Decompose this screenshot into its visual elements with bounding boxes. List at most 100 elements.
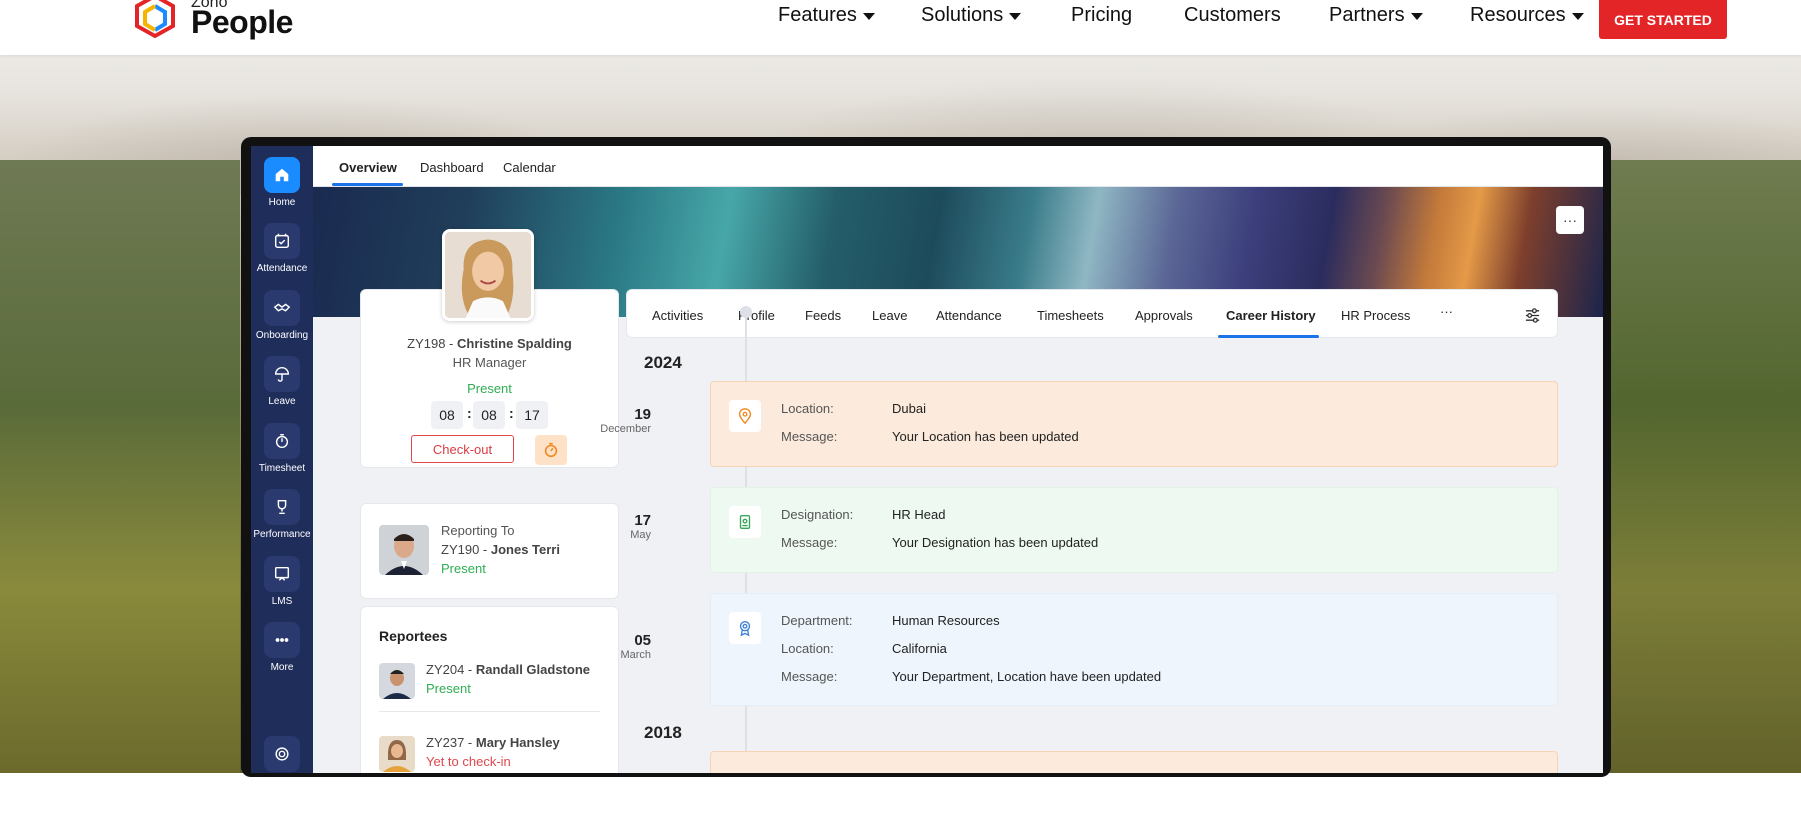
location-pin-icon [729,400,761,432]
nav-solutions[interactable]: Solutions [921,2,1022,28]
chevron-down-icon [862,12,875,20]
tab-calendar[interactable]: Calendar [503,160,556,175]
umbrella-icon [274,366,290,382]
tab-overview[interactable]: Overview [339,160,397,175]
reporting-id: ZY190 - [441,542,491,557]
reporting-to-heading: Reporting To [441,523,515,538]
trophy-icon [277,499,287,515]
reporting-to-person[interactable]: ZY190 - Jones Terri [441,542,560,557]
nav-label: Features [778,3,857,26]
sidebar-item-label: Onboarding [255,330,309,341]
tab-career-history[interactable]: Career History [1226,308,1316,323]
reportee-name-line[interactable]: ZY204 - Randall Gladstone [426,662,590,677]
nav-pricing[interactable]: Pricing [1071,2,1132,28]
entry-value: California [892,641,947,656]
entry-date: 17 May [591,512,651,541]
top-tab-bar: Overview Dashboard Calendar [313,146,1603,187]
sidebar-item-timesheet[interactable]: Timesheet [251,423,313,474]
tab-attendance[interactable]: Attendance [936,308,1002,323]
reportee-id: ZY204 - [426,662,476,677]
entry-day: 05 [634,632,651,649]
gear-icon [275,747,289,761]
nav-label: Customers [1184,3,1281,26]
entry-value: Dubai [892,401,926,416]
get-started-button[interactable]: GET STARTED [1599,0,1727,39]
nav-customers[interactable]: Customers [1184,2,1281,28]
checkout-button[interactable]: Check-out [411,435,514,463]
tab-hr-process[interactable]: HR Process [1341,308,1410,323]
active-tab-indicator [332,183,403,186]
right-forest-art [1601,160,1801,773]
entry-value: Your Location has been updated [892,429,1079,444]
stopwatch-icon [275,433,289,449]
reportee-avatar[interactable] [379,736,415,772]
tab-feeds[interactable]: Feeds [805,308,841,323]
left-forest-art [0,160,240,773]
stopwatch-icon [544,442,558,458]
nav-label: Resources [1470,3,1566,26]
timeline-year: 2018 [644,723,682,742]
filter-settings-icon[interactable] [1524,307,1541,329]
entry-key: Location: [781,641,834,656]
reportee-status: Yet to check-in [426,754,511,769]
nav-label: Solutions [921,3,1004,26]
sidebar-item-onboarding[interactable]: Onboarding [251,290,313,341]
entry-key: Message: [781,535,838,550]
timer-button[interactable] [535,435,567,465]
sidebar-item-performance[interactable]: Performance [251,489,313,540]
app-sidebar: Home Attendance Onboarding Leave Timeshe… [251,146,313,773]
entry-value: HR Head [892,507,946,522]
profile-avatar[interactable] [442,229,534,321]
board-icon [274,566,290,581]
sidebar-item-label: Home [268,197,296,208]
sidebar-item-settings[interactable] [251,736,313,773]
nav-features[interactable]: Features [778,2,875,28]
sidebar-item-label: Performance [253,529,311,540]
nav-label: Pricing [1071,3,1133,26]
entry-month: December [600,423,651,435]
reporting-avatar[interactable] [379,525,429,575]
tab-leave[interactable]: Leave [872,308,907,323]
career-entry[interactable]: Department: Human Resources Location: Cali… [710,593,1558,706]
entry-key: Message: [781,429,838,444]
profile-sub-tabs: Activities Profile Feeds Leave Attendanc… [626,289,1558,338]
sidebar-item-more[interactable]: More [251,622,313,673]
more-icon [275,638,289,642]
reportee-name: Randall Gladstone [475,662,590,677]
career-entry[interactable]: Location: Dubai Message: Your Location has… [710,381,1558,467]
clock-seconds: 17 [516,401,548,429]
sidebar-item-leave[interactable]: Leave [251,356,313,407]
sidebar-item-lms[interactable]: LMS [251,556,313,607]
logo-product-text: People [191,4,293,40]
reportee-id: ZY237 - [426,735,476,750]
tab-dashboard[interactable]: Dashboard [420,160,484,175]
reportee-name-line[interactable]: ZY237 - Mary Hansley [426,735,560,750]
timeline-year: 2024 [644,353,682,372]
sidebar-item-attendance[interactable]: Attendance [251,223,313,274]
tab-more[interactable]: ··· [1440,304,1453,319]
sidebar-item-label: More [270,662,294,673]
tab-activities[interactable]: Activities [652,308,703,323]
zoho-people-logo[interactable]: Zoho People [127,0,293,44]
calendar-check-icon [274,233,290,249]
nav-partners[interactable]: Partners [1329,2,1423,28]
nav-resources[interactable]: Resources [1470,2,1584,28]
entry-key: Message: [781,669,838,684]
tab-timesheets[interactable]: Timesheets [1037,308,1104,323]
career-entry[interactable]: Designation: HR Head Message: Your Designa… [710,487,1558,573]
reportee-avatar[interactable] [379,663,415,699]
chevron-down-icon [1571,12,1584,20]
sidebar-item-label: Timesheet [258,463,306,474]
reporting-status: Present [441,561,486,576]
profile-id: ZY198 - [407,336,457,351]
tab-approvals[interactable]: Approvals [1135,308,1193,323]
reporting-name: Jones Terri [490,542,560,557]
career-entry[interactable] [710,751,1558,773]
sidebar-item-home[interactable]: Home [251,157,313,208]
profile-role: HR Manager [452,355,527,370]
banner-more-button[interactable]: ··· [1556,206,1584,234]
id-badge-icon [729,506,761,538]
nav-label: Partners [1329,3,1405,26]
handshake-icon [273,303,291,312]
manager-photo [379,525,429,575]
